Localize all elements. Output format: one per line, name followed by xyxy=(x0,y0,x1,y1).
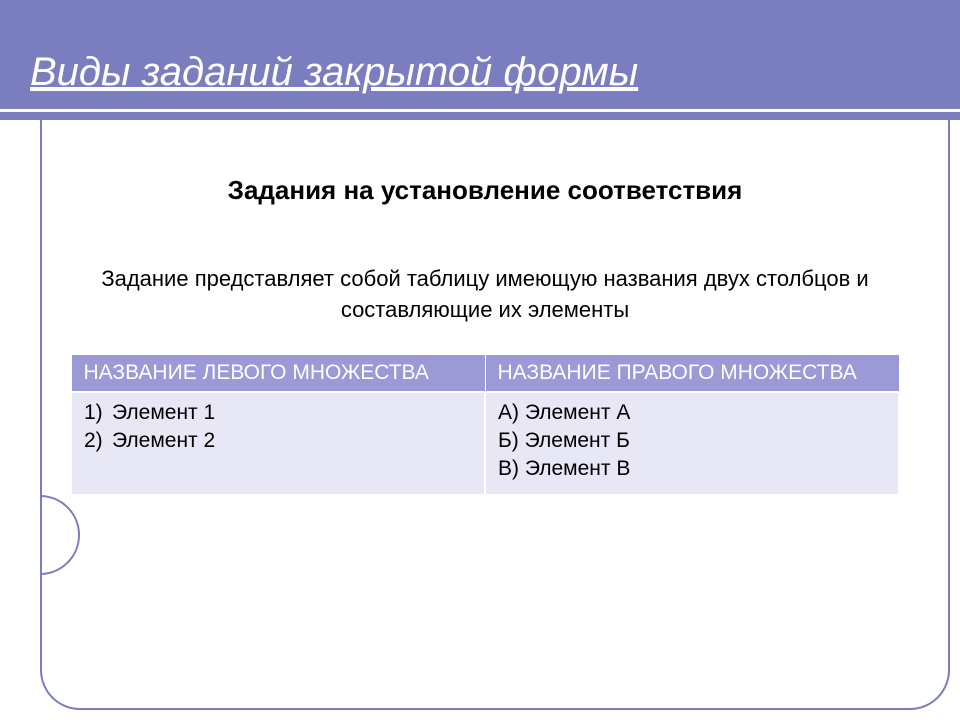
slide-content: Задания на установление соответствия Зад… xyxy=(0,120,960,516)
table-cell-left: 1) Элемент 1 2) Элемент 2 xyxy=(71,392,485,495)
correspondence-table: НАЗВАНИЕ ЛЕВОГО МНОЖЕСТВА НАЗВАНИЕ ПРАВО… xyxy=(70,354,900,496)
item-marker: 2) xyxy=(84,427,103,455)
list-item: В) Элемент В xyxy=(498,455,886,483)
table-row: 1) Элемент 1 2) Элемент 2 А) Элемент А Б… xyxy=(71,392,899,495)
table-header-row: НАЗВАНИЕ ЛЕВОГО МНОЖЕСТВА НАЗВАНИЕ ПРАВО… xyxy=(71,354,899,392)
table-header-left: НАЗВАНИЕ ЛЕВОГО МНОЖЕСТВА xyxy=(71,354,485,392)
slide-header: Виды заданий закрытой формы xyxy=(0,0,960,120)
item-text: Элемент 1 xyxy=(112,401,215,424)
list-item: 1) Элемент 1 xyxy=(112,399,472,427)
table-header-right: НАЗВАНИЕ ПРАВОГО МНОЖЕСТВА xyxy=(485,354,899,392)
item-text: Элемент 2 xyxy=(112,429,215,452)
content-description: Задание представляет собой таблицу имеющ… xyxy=(70,264,900,326)
list-item: 2) Элемент 2 xyxy=(112,427,472,455)
table-cell-right: А) Элемент А Б) Элемент Б В) Элемент В xyxy=(485,392,899,495)
item-marker: 1) xyxy=(84,399,103,427)
list-item: Б) Элемент Б xyxy=(498,427,886,455)
content-subtitle: Задания на установление соответствия xyxy=(70,175,900,206)
list-item: А) Элемент А xyxy=(498,399,886,427)
slide-title: Виды заданий закрытой формы xyxy=(0,0,960,95)
header-underline xyxy=(0,109,960,112)
